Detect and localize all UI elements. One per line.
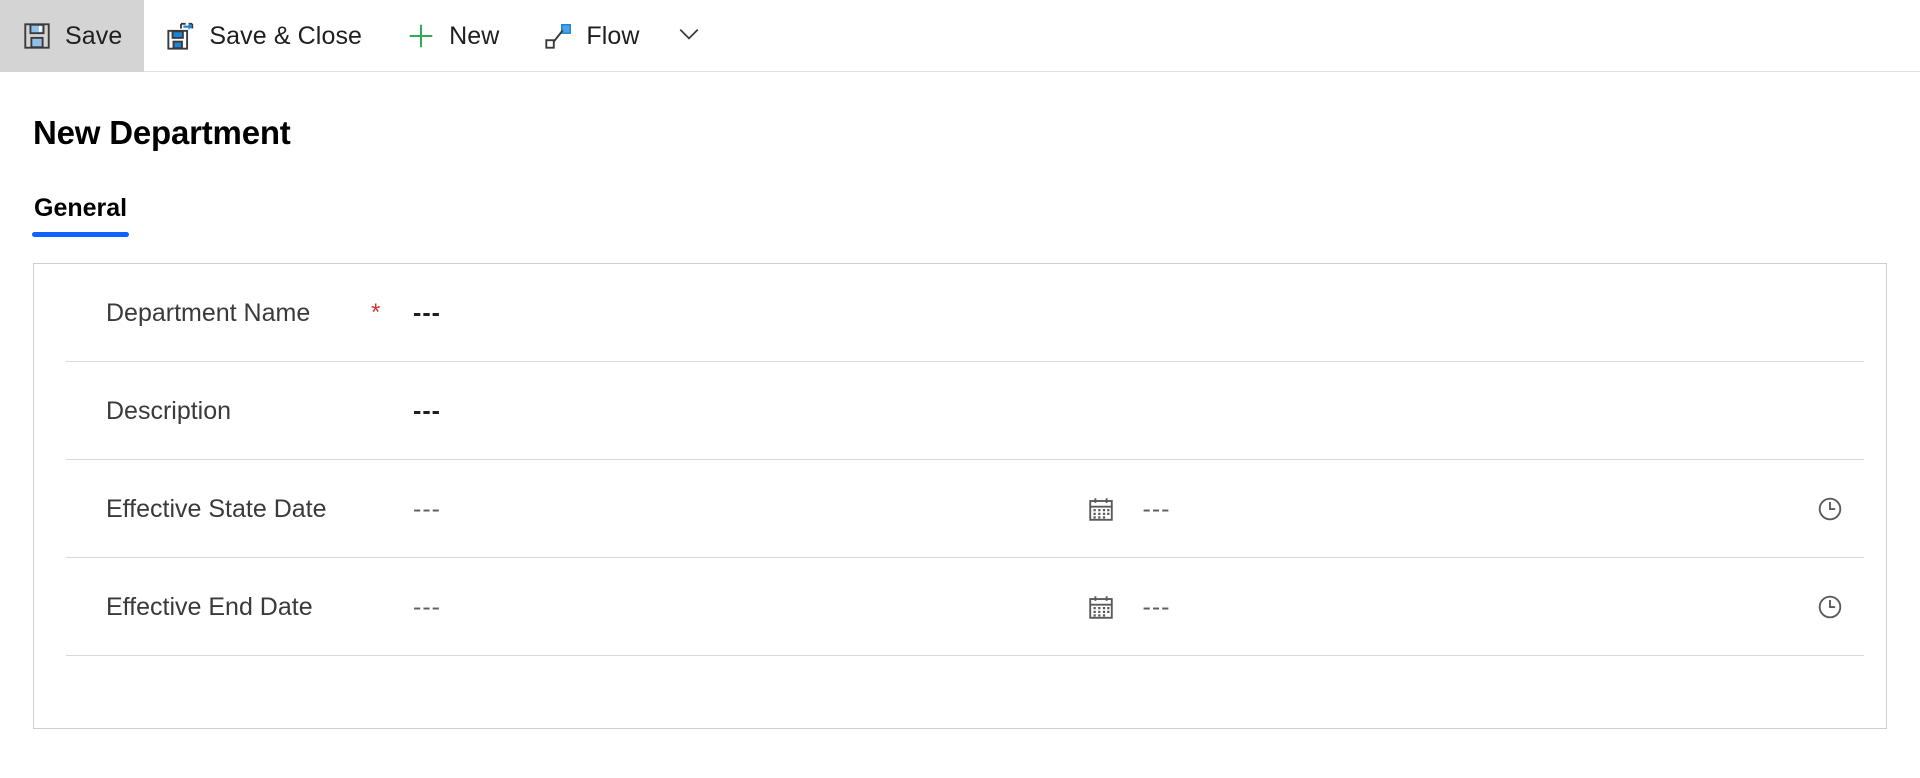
save-button[interactable]: Save [0,0,145,72]
form-row-department-name: Department Name * --- [34,264,1886,362]
new-button-label: New [449,21,500,50]
save-and-close-button[interactable]: Save & Close [144,0,384,72]
tab-general[interactable]: General [32,194,130,237]
save-and-close-button-label: Save & Close [209,21,363,50]
command-bar: Save Save & Close New Flow [0,0,1920,72]
field-label-department-name: Department Name [106,298,311,327]
tab-general-label: General [34,194,128,222]
save-icon [22,21,52,51]
clock-icon[interactable] [1814,493,1846,525]
field-time-value-effective-end-date[interactable]: --- [1143,593,1171,622]
field-value-department-name[interactable]: --- [413,299,441,328]
form-row-effective-state-date: Effective State Date --- --- [34,460,1886,558]
field-value-effective-end-date[interactable]: --- [413,593,441,622]
chevron-down-icon [675,20,703,53]
tab-strip: General [32,194,1888,237]
general-form-panel: Department Name * --- Description --- Ef… [33,263,1887,729]
new-button[interactable]: New [384,0,521,72]
plus-icon [406,21,436,51]
field-label-effective-end-date: Effective End Date [106,592,313,621]
save-button-label: Save [65,21,123,50]
calendar-icon[interactable] [1085,493,1117,525]
field-value-effective-state-date[interactable]: --- [413,495,441,524]
field-label-description: Description [106,396,232,425]
form-row-effective-end-date: Effective End Date --- --- [34,558,1886,656]
field-value-description[interactable]: --- [413,397,441,426]
flow-button[interactable]: Flow [521,0,661,72]
clock-icon[interactable] [1814,591,1846,623]
field-time-value-effective-state-date[interactable]: --- [1143,495,1171,524]
calendar-icon[interactable] [1085,591,1117,623]
page-content: New Department General Department Name *… [0,114,1920,729]
flow-icon [543,21,573,51]
datetime-controls-effective-state-date: --- [1085,493,1171,525]
required-indicator-department-name: * [371,299,381,326]
form-row-description: Description --- [34,362,1886,460]
command-bar-overflow-button[interactable] [662,0,716,72]
save-close-icon [166,21,196,51]
datetime-controls-effective-end-date: --- [1085,591,1171,623]
field-label-effective-state-date: Effective State Date [106,494,327,523]
flow-button-label: Flow [586,21,640,50]
page-title: New Department [33,114,291,151]
